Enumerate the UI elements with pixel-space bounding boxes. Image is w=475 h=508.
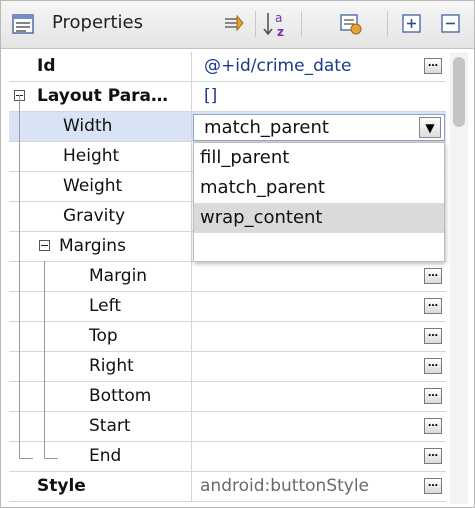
ellipsis-button[interactable]: …	[424, 58, 442, 74]
property-value-text: android:buttonStyle	[200, 476, 370, 496]
restore-defaults-icon	[340, 14, 362, 35]
property-row-top[interactable]: Top …	[9, 322, 446, 352]
property-value-text: @+id/crime_date	[204, 56, 352, 76]
ellipsis-button[interactable]: …	[424, 388, 442, 404]
tree-connector-line	[19, 458, 33, 459]
property-name-bottom: Bottom	[9, 382, 192, 411]
ellipsis-button[interactable]: …	[424, 268, 442, 284]
collapse-all-icon	[441, 14, 460, 33]
property-name-style: Style	[9, 472, 192, 501]
width-combo[interactable]: match_parent ▼	[193, 114, 445, 141]
property-name-right: Right	[9, 352, 192, 381]
tree-connector-line	[44, 261, 45, 459]
property-row-bottom[interactable]: Bottom …	[9, 382, 446, 412]
dropdown-arrow-icon[interactable]: ▼	[419, 117, 441, 138]
width-combo-value: match_parent	[204, 117, 329, 138]
tree-connector-line	[44, 458, 58, 459]
property-row-end[interactable]: End …	[9, 442, 446, 472]
property-row-layout-params[interactable]: Layout Para… []	[9, 82, 446, 112]
sort-alphabetical-button[interactable]: a z	[260, 9, 292, 39]
collapse-all-button[interactable]	[435, 9, 467, 39]
property-row-right[interactable]: Right …	[9, 352, 446, 382]
expand-all-icon	[402, 14, 421, 33]
property-row-margin[interactable]: Margin …	[9, 262, 446, 292]
ellipsis-button[interactable]: …	[424, 478, 442, 494]
property-name-start: Start	[9, 412, 192, 441]
show-advanced-icon	[225, 14, 244, 32]
ellipsis-button[interactable]: …	[424, 448, 442, 464]
property-row-id[interactable]: Id @+id/crime_date …	[9, 52, 446, 82]
properties-header: Properties a z	[1, 1, 474, 49]
panel-title: Properties	[52, 12, 143, 33]
tree-connector-line	[19, 95, 20, 459]
property-value-id[interactable]: @+id/crime_date	[192, 52, 446, 81]
property-name-end: End	[9, 442, 192, 471]
property-name-width: Width	[9, 112, 192, 141]
property-value-style[interactable]: android:buttonStyle	[192, 472, 446, 501]
option-fill-parent[interactable]: fill_parent	[194, 143, 444, 173]
expand-all-button[interactable]	[396, 9, 428, 39]
property-row-start[interactable]: Start …	[9, 412, 446, 442]
sort-glyph-bottom: z	[277, 25, 284, 38]
toolbar-separator	[387, 11, 388, 37]
property-row-left[interactable]: Left …	[9, 292, 446, 322]
option-wrap-content[interactable]: wrap_content	[194, 203, 444, 233]
sort-glyph-top: a	[275, 11, 282, 25]
properties-view-icon	[12, 14, 34, 34]
property-name-margin: Margin	[9, 262, 192, 291]
restore-defaults-button[interactable]	[335, 9, 367, 39]
property-name-weight: Weight	[9, 172, 192, 201]
properties-panel: Properties a z Id @+id/crime_date … Layo…	[0, 0, 475, 508]
show-advanced-button[interactable]	[218, 9, 250, 39]
ellipsis-button[interactable]: …	[424, 328, 442, 344]
property-name-id: Id	[9, 52, 192, 81]
property-name-height: Height	[9, 142, 192, 171]
ellipsis-button[interactable]: …	[424, 298, 442, 314]
property-value-layout-params[interactable]: []	[192, 82, 446, 111]
property-name-top: Top	[9, 322, 192, 351]
property-name-gravity: Gravity	[9, 202, 192, 231]
toolbar-separator	[301, 11, 302, 37]
property-name-left: Left	[9, 292, 192, 321]
property-row-style[interactable]: Style android:buttonStyle …	[9, 472, 446, 502]
sort-alphabetical-icon: a z	[263, 11, 284, 38]
ellipsis-button[interactable]: …	[424, 418, 442, 434]
property-name-margins: Margins	[9, 232, 192, 261]
option-match-parent[interactable]: match_parent	[194, 173, 444, 203]
ellipsis-button[interactable]: …	[424, 358, 442, 374]
scrollbar-thumb[interactable]	[453, 57, 465, 127]
property-name-layout-params: Layout Para…	[9, 82, 192, 111]
width-options-list: fill_parent match_parent wrap_content	[193, 142, 445, 262]
toolbar-separator	[255, 11, 256, 37]
